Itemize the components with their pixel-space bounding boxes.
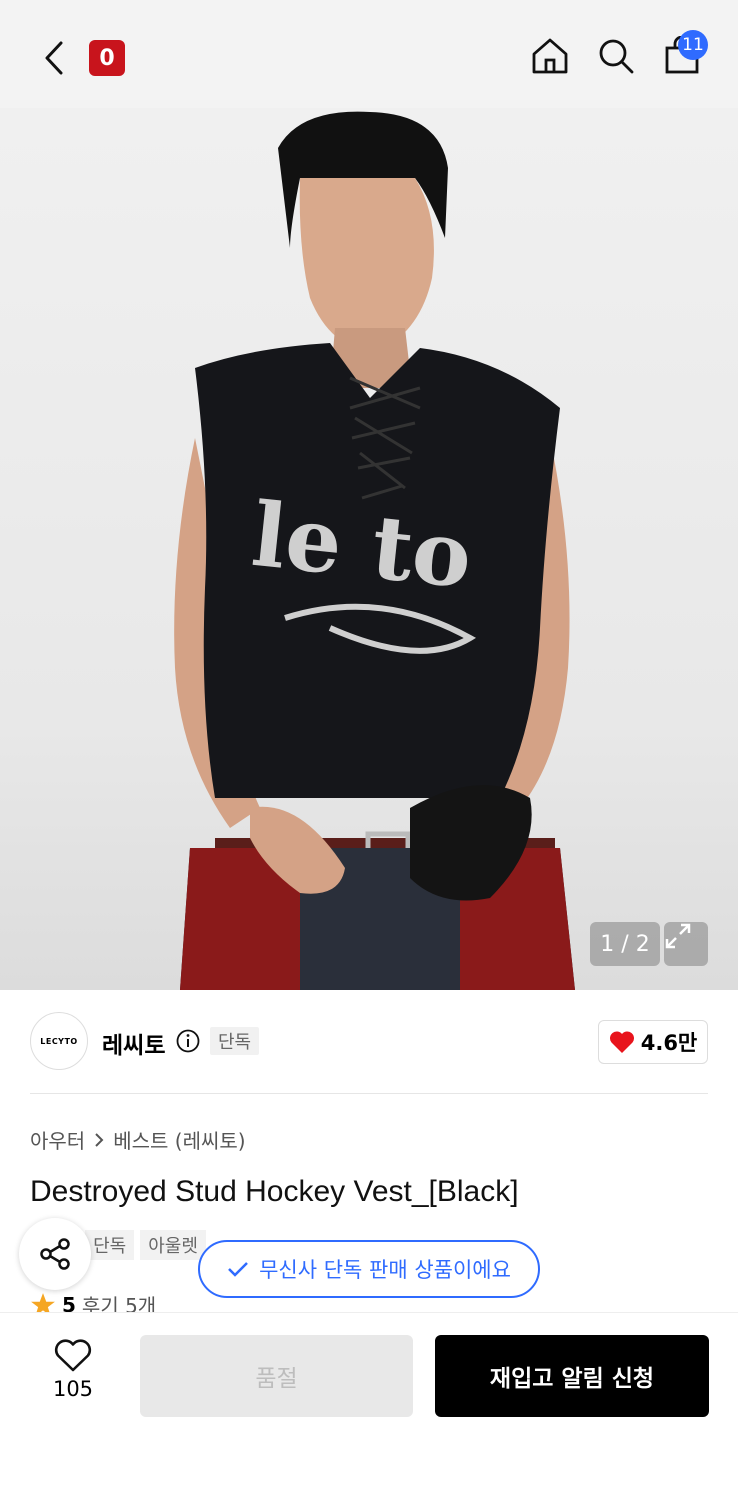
brand-row: LECYTO 레씨토 단독 4.6만	[30, 1012, 708, 1072]
brand-like-count: 4.6만	[640, 1031, 698, 1055]
toast-text: 무신사 단독 판매 상품이에요	[259, 1258, 511, 1282]
top-app-bar: 0 11	[0, 0, 738, 108]
image-pager: 1 / 2	[590, 922, 660, 966]
wishlist-button[interactable]: 105	[38, 1339, 108, 1409]
chevron-right-icon	[95, 1132, 104, 1147]
expand-icon	[665, 923, 691, 949]
search-icon	[599, 39, 634, 74]
wishlist-count: 105	[52, 1377, 94, 1401]
brand-name[interactable]: 레씨토	[102, 1026, 165, 1060]
tag-exclusive: 단독	[85, 1230, 135, 1260]
share-button[interactable]	[19, 1218, 91, 1290]
brand-like-button[interactable]: 4.6만	[598, 1020, 708, 1064]
info-icon[interactable]	[176, 1029, 200, 1053]
breadcrumb: 아우터 베스트 (레씨토)	[30, 1125, 246, 1154]
soldout-button: 품절	[140, 1335, 413, 1417]
fullscreen-button[interactable]	[664, 922, 708, 966]
tag-outlet: 아울렛	[140, 1230, 206, 1260]
search-button[interactable]	[594, 34, 638, 78]
check-icon	[228, 1262, 248, 1277]
breadcrumb-item-category[interactable]: 아우터	[30, 1125, 85, 1154]
home-icon	[532, 38, 568, 74]
bottom-action-bar: 105 품절 재입고 알림 신청	[0, 1312, 738, 1500]
breadcrumb-item-subcategory[interactable]: 베스트 (레씨토)	[113, 1125, 245, 1154]
home-button[interactable]	[528, 34, 572, 78]
exclusive-badge: 단독	[210, 1027, 260, 1055]
chevron-left-icon	[45, 41, 63, 75]
back-button[interactable]	[36, 36, 72, 80]
model-photo: le to	[174, 111, 575, 990]
cart-count-badge: 11	[678, 30, 708, 60]
heart-outline-icon	[54, 1339, 92, 1372]
share-icon	[40, 1238, 70, 1270]
exclusive-toast: 무신사 단독 판매 상품이에요	[198, 1240, 540, 1298]
cart-button[interactable]: 11	[660, 30, 708, 78]
product-image[interactable]: le to 1 / 2	[0, 108, 738, 990]
store-logo[interactable]: 0	[89, 40, 125, 76]
brand-logo[interactable]: LECYTO	[30, 1012, 88, 1070]
product-title: Destroyed Stud Hockey Vest_[Black]	[30, 1175, 519, 1208]
divider	[30, 1093, 708, 1094]
heart-filled-icon	[609, 1031, 634, 1053]
restock-alert-button[interactable]: 재입고 알림 신청	[435, 1335, 709, 1417]
